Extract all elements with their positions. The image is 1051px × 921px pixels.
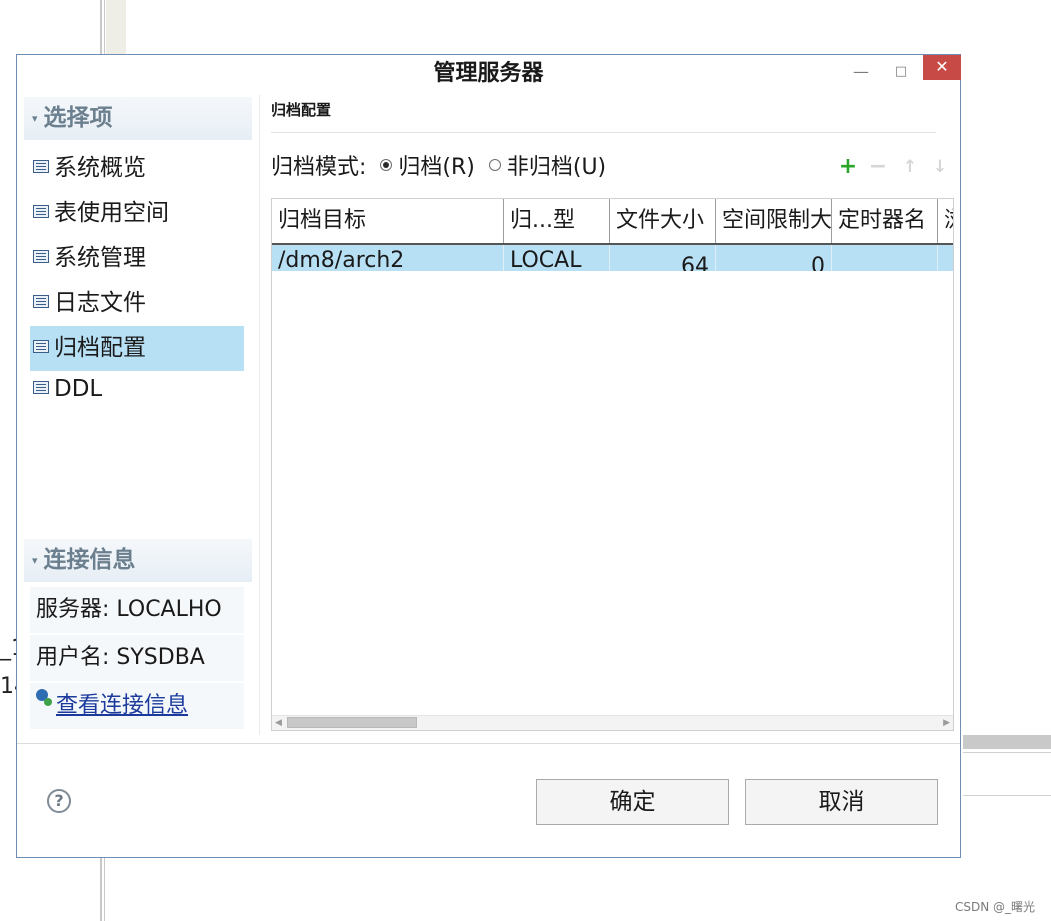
close-button[interactable]: ✕ — [923, 55, 961, 80]
sidebar-item-system-overview[interactable]: 系统概览 — [30, 146, 244, 191]
background-divider — [963, 795, 1051, 796]
page-icon — [33, 205, 49, 218]
scroll-right-icon[interactable]: ▶ — [943, 716, 950, 730]
archive-mode-label: 归档模式: — [271, 155, 367, 180]
page-icon — [33, 160, 49, 173]
cancel-button[interactable]: 取消 — [745, 779, 938, 825]
view-connection-row: 查看连接信息 — [30, 683, 244, 729]
sidebar-item-table-space[interactable]: 表使用空间 — [30, 191, 244, 236]
background-divider — [100, 0, 102, 54]
move-down-icon[interactable]: ↓ — [929, 155, 951, 179]
cell-space-limit: 0 — [716, 245, 832, 271]
remove-icon[interactable]: − — [867, 155, 889, 179]
ok-button[interactable]: 确定 — [536, 779, 729, 825]
collapse-triangle-icon: ▾ — [32, 112, 38, 125]
cell-type: LOCAL — [504, 245, 610, 271]
cell-more — [938, 245, 953, 271]
cell-file-size: 64 — [610, 245, 716, 271]
column-header-type[interactable]: 归...型 — [504, 199, 610, 243]
watermark: CSDN @_曙光 — [954, 900, 1035, 914]
column-header-target[interactable]: 归档目标 — [272, 199, 504, 243]
sidebar-item-label: 日志文件 — [54, 290, 146, 316]
archive-radio[interactable] — [380, 159, 393, 171]
sidebar-item-label: DDL — [54, 376, 103, 402]
panel-divider — [259, 95, 260, 735]
connection-link-icon — [36, 689, 56, 709]
divider — [271, 132, 936, 133]
user-info: 用户名: SYSDBA — [30, 635, 244, 681]
view-connection-link[interactable]: 查看连接信息 — [56, 693, 188, 718]
non-archive-radio-label[interactable]: 非归档(U) — [507, 155, 606, 180]
sidebar-item-log-files[interactable]: 日志文件 — [30, 281, 244, 326]
cell-timer-name — [832, 245, 938, 271]
collapse-triangle-icon: ▾ — [32, 554, 38, 567]
column-header-file-size[interactable]: 文件大小 — [610, 199, 716, 243]
column-header-space-limit[interactable]: 空间限制大 — [716, 199, 832, 243]
page-icon — [33, 295, 49, 308]
add-icon[interactable]: + — [837, 155, 859, 179]
archive-radio-label[interactable]: 归档(R) — [398, 155, 474, 180]
background-divider — [963, 752, 1051, 753]
sidebar-item-label: 系统概览 — [54, 155, 146, 181]
title-bar[interactable]: 管理服务器 — □ ✕ — [17, 55, 961, 92]
connection-section-header[interactable]: ▾ 连接信息 — [24, 539, 252, 582]
archive-mode-row: 归档模式: 归档(R) 非归档(U) — [271, 151, 606, 185]
background-scrollbar — [963, 735, 1051, 749]
dialog-title: 管理服务器 — [433, 61, 544, 86]
sidebar-item-label: 归档配置 — [54, 335, 146, 361]
options-header-label: 选择项 — [43, 105, 113, 131]
options-section-header[interactable]: ▾ 选择项 — [24, 97, 252, 140]
help-icon[interactable]: ? — [47, 789, 71, 813]
page-icon — [33, 340, 49, 353]
maximize-button[interactable]: □ — [889, 61, 913, 83]
sidebar-item-ddl[interactable]: DDL — [30, 367, 244, 412]
scroll-left-icon[interactable]: ◀ — [275, 716, 282, 730]
column-header-timer-name[interactable]: 定时器名 — [832, 199, 938, 243]
sidebar-item-archive-config[interactable]: 归档配置 — [30, 326, 244, 371]
background-divider — [104, 858, 105, 921]
manage-server-dialog: 管理服务器 — □ ✕ ▾ 选择项 系统概览 表使用空间 系统管理 日志文件 归档… — [16, 54, 961, 858]
non-archive-radio[interactable] — [488, 159, 501, 171]
divider — [17, 743, 960, 744]
connection-header-label: 连接信息 — [43, 547, 136, 573]
column-header-more[interactable]: 浏 — [938, 199, 953, 243]
sidebar-item-label: 表使用空间 — [54, 200, 169, 226]
background-divider — [104, 0, 105, 54]
scrollbar-thumb[interactable] — [287, 717, 417, 728]
move-up-icon[interactable]: ↑ — [899, 155, 921, 179]
background-divider — [100, 858, 102, 921]
section-title: 归档配置 — [271, 101, 332, 119]
background-panel — [106, 0, 126, 54]
minimize-button[interactable]: — — [849, 61, 873, 83]
page-icon — [33, 381, 49, 394]
horizontal-scrollbar[interactable]: ◀ ▶ — [272, 715, 953, 730]
page-icon — [33, 250, 49, 263]
table-row[interactable]: /dm8/arch2 LOCAL 64 0 — [272, 245, 953, 271]
cell-target: /dm8/arch2 — [272, 245, 504, 271]
sidebar: ▾ 选择项 系统概览 表使用空间 系统管理 日志文件 归档配置 DDL ▾ 连接信息… — [22, 95, 252, 735]
server-info: 服务器: LOCALHO — [30, 587, 244, 633]
sidebar-item-label: 系统管理 — [54, 245, 146, 271]
archive-table: 归档目标 归...型 文件大小 空间限制大 定时器名 浏 /dm8/arch2 … — [271, 198, 954, 731]
table-header: 归档目标 归...型 文件大小 空间限制大 定时器名 浏 — [272, 199, 953, 245]
sidebar-item-system-management[interactable]: 系统管理 — [30, 236, 244, 281]
